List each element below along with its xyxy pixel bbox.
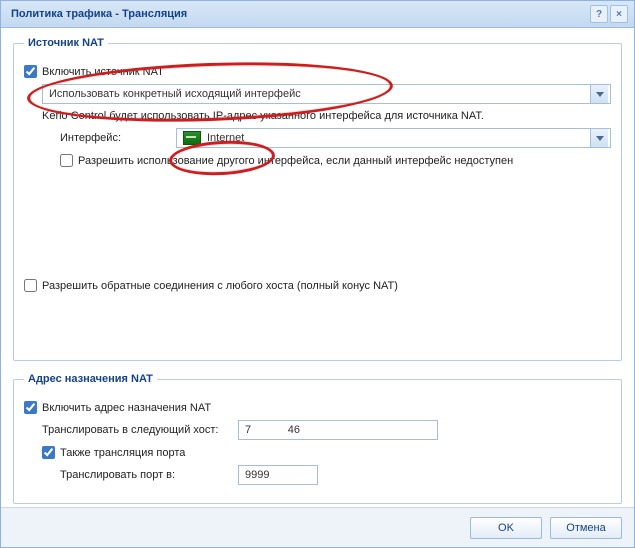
enable-dest-nat-row: Включить адрес назначения NAT xyxy=(24,401,611,414)
port-translate-label: Также трансляция порта xyxy=(60,447,185,459)
translate-port-row: Транслировать порт в: xyxy=(24,465,611,485)
dialog-window: Политика трафика - Трансляция ? × Источн… xyxy=(0,0,635,548)
interface-select[interactable]: Internet xyxy=(176,128,611,148)
enable-source-nat-checkbox[interactable] xyxy=(24,65,37,78)
chevron-down-icon[interactable] xyxy=(590,85,608,103)
nat-mode-value: Использовать конкретный исходящий интерф… xyxy=(49,88,590,100)
spacer xyxy=(24,173,611,273)
titlebar: Политика трафика - Трансляция ? × xyxy=(1,1,634,28)
reverse-conn-row: Разрешить обратные соединения с любого х… xyxy=(24,279,611,292)
dialog-footer: OK Отмена xyxy=(1,507,634,547)
ok-button[interactable]: OK xyxy=(470,517,542,539)
source-nat-group: Источник NAT Включить источник NAT Испол… xyxy=(13,37,622,361)
translate-host-input[interactable] xyxy=(238,420,438,440)
network-interface-icon xyxy=(183,131,201,145)
close-icon: × xyxy=(616,9,622,20)
dialog-title: Политика трафика - Трансляция xyxy=(11,8,588,20)
dialog-body: Источник NAT Включить источник NAT Испол… xyxy=(1,27,634,507)
help-icon: ? xyxy=(596,9,602,20)
translate-host-row: Транслировать в следующий хост: xyxy=(24,420,611,440)
enable-dest-nat-checkbox[interactable] xyxy=(24,401,37,414)
allow-other-iface-row: Разрешить использование другого интерфей… xyxy=(24,154,611,167)
chevron-down-icon[interactable] xyxy=(590,129,608,147)
reverse-conn-label: Разрешить обратные соединения с любого х… xyxy=(42,280,398,292)
enable-source-nat-row: Включить источник NAT xyxy=(24,65,611,78)
translate-port-label: Транслировать порт в: xyxy=(60,469,238,481)
help-button[interactable]: ? xyxy=(590,5,608,23)
reverse-conn-checkbox[interactable] xyxy=(24,279,37,292)
allow-other-iface-label: Разрешить использование другого интерфей… xyxy=(78,155,513,167)
enable-dest-nat-label: Включить адрес назначения NAT xyxy=(42,402,211,414)
enable-source-nat-label: Включить источник NAT xyxy=(42,66,164,78)
nat-mode-row: Использовать конкретный исходящий интерф… xyxy=(24,84,611,104)
dest-nat-legend: Адрес назначения NAT xyxy=(24,373,157,385)
port-translate-row: Также трансляция порта xyxy=(24,446,611,459)
interface-label: Интерфейс: xyxy=(60,132,176,144)
cancel-button[interactable]: Отмена xyxy=(550,517,622,539)
source-nat-legend: Источник NAT xyxy=(24,37,108,49)
interface-row: Интерфейс: Internet xyxy=(24,128,611,148)
allow-other-iface-checkbox[interactable] xyxy=(60,154,73,167)
translate-port-input[interactable] xyxy=(238,465,318,485)
translate-host-label: Транслировать в следующий хост: xyxy=(42,424,238,436)
nat-mode-select[interactable]: Использовать конкретный исходящий интерф… xyxy=(42,84,611,104)
close-button[interactable]: × xyxy=(610,5,628,23)
port-translate-checkbox[interactable] xyxy=(42,446,55,459)
interface-value: Internet xyxy=(207,132,590,144)
dest-nat-group: Адрес назначения NAT Включить адрес назн… xyxy=(13,373,622,504)
nat-mode-description: Kerio Control будет использовать IP-адре… xyxy=(42,110,611,122)
